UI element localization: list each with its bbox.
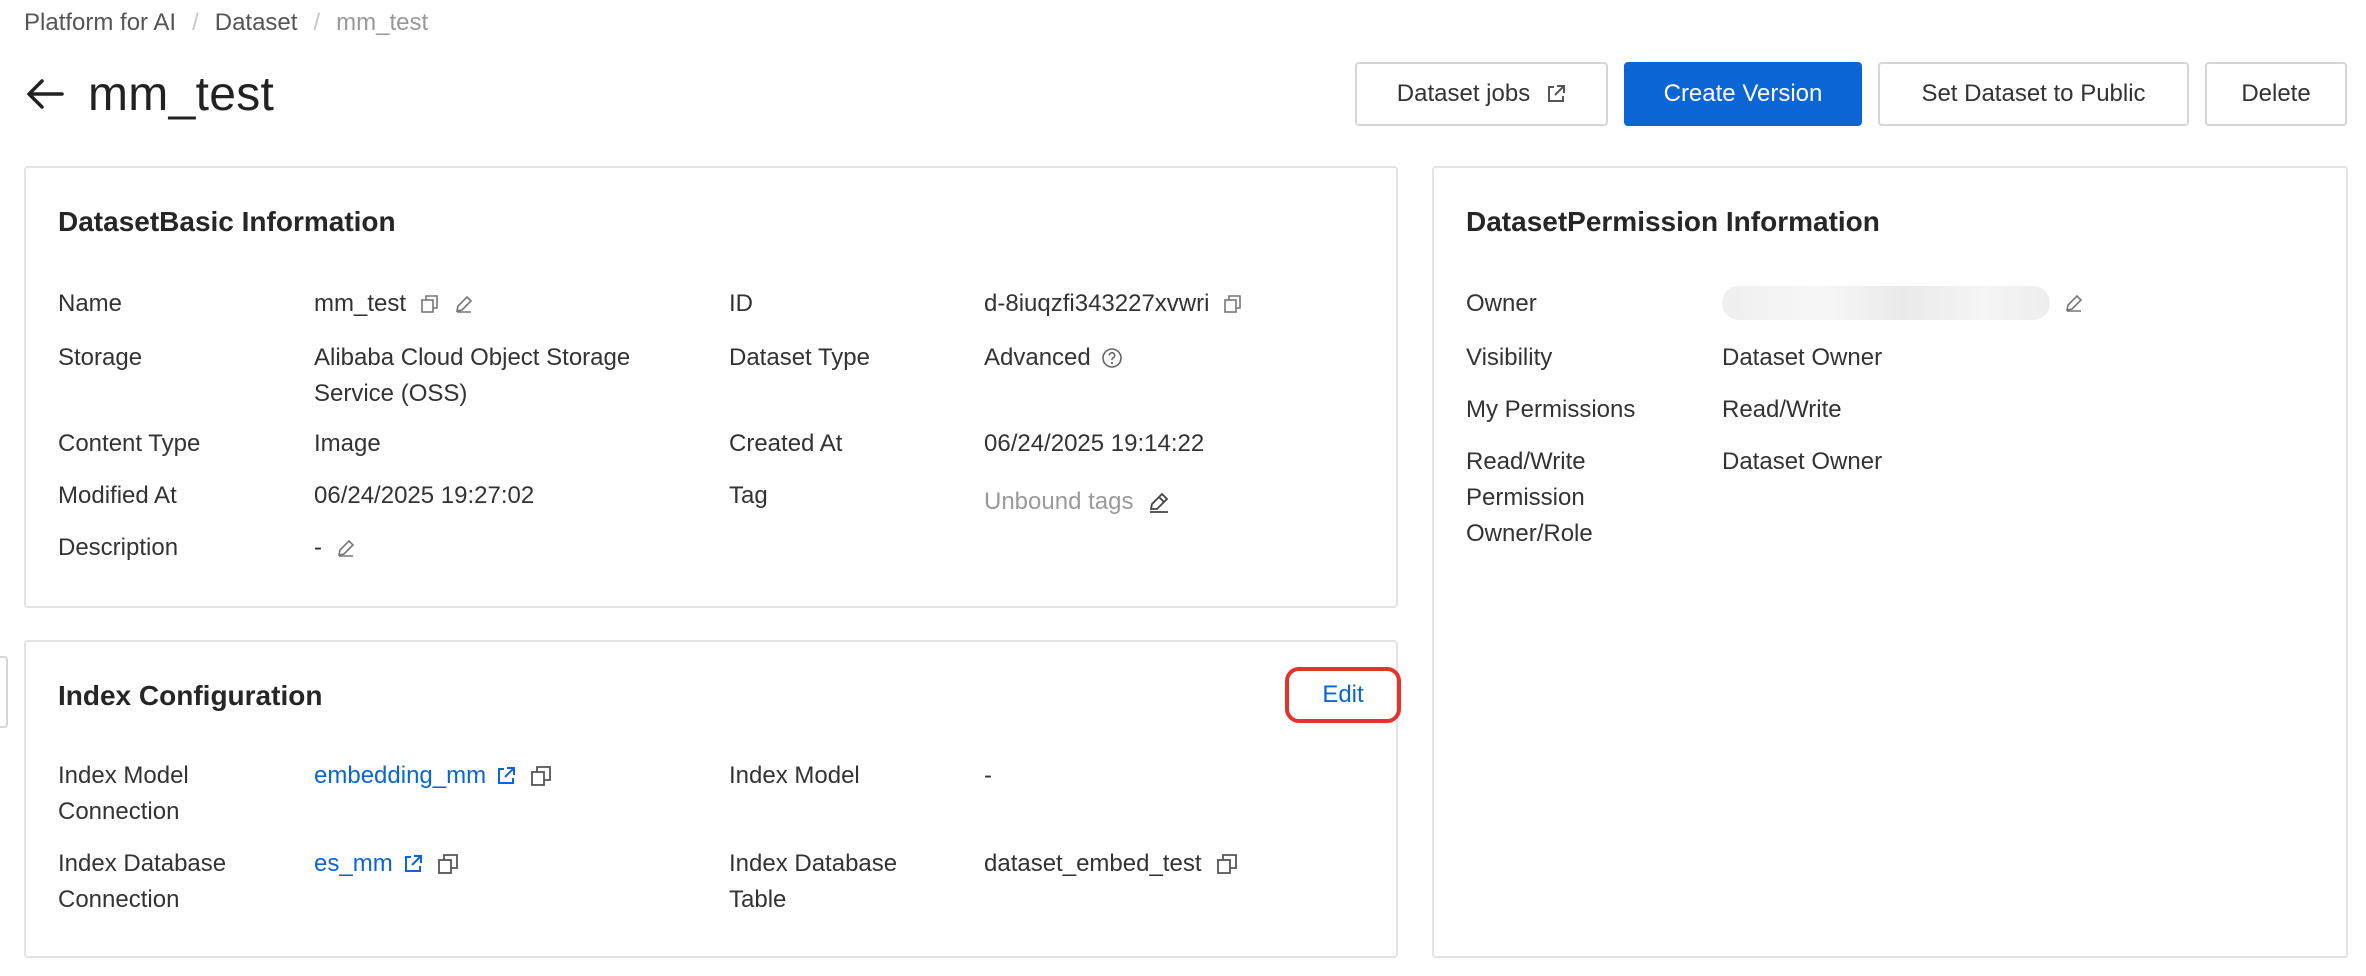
tag-value: Unbound tags [984, 484, 1171, 520]
db-table-label-line2: Table [729, 886, 787, 913]
name-text: mm_test [314, 290, 407, 317]
dataset-type-label: Dataset Type [729, 344, 870, 371]
visibility-label: Visibility [1466, 344, 1553, 371]
model-connection-value: embedding_mm [314, 758, 552, 794]
owner-value [1722, 286, 2084, 320]
dataset-jobs-label: Dataset jobs [1396, 80, 1531, 107]
copy-icon[interactable] [420, 294, 440, 314]
storage-value-line1: Alibaba Cloud Object Storage [314, 344, 631, 371]
description-text: - [314, 534, 322, 561]
card-title: Index Configuration [58, 680, 323, 711]
copy-icon[interactable] [437, 853, 459, 875]
rw-owner-label-line1: Read/Write [1466, 448, 1586, 475]
help-icon[interactable] [1101, 347, 1123, 369]
basic-info-card: DatasetBasic Information Name mm_test ID… [24, 166, 1398, 608]
index-model-value: - [984, 762, 992, 789]
storage-value-line2: Service (OSS) [314, 380, 468, 407]
permission-info-card: DatasetPermission Information Owner Visi… [1432, 166, 2348, 958]
rw-owner-label-line3: Owner/Role [1466, 520, 1593, 547]
visibility-value: Dataset Owner [1722, 344, 1883, 371]
edit-pencil-icon[interactable] [454, 294, 474, 314]
create-version-button[interactable]: Create Version [1624, 62, 1862, 126]
breadcrumb-separator: / [313, 9, 321, 36]
name-value: mm_test [314, 286, 474, 322]
breadcrumb-platform[interactable]: Platform for AI [24, 8, 176, 38]
db-connection-link[interactable]: es_mm [314, 846, 393, 882]
name-label: Name [58, 290, 123, 317]
owner-redacted [1722, 286, 2050, 320]
rw-owner-value: Dataset Owner [1722, 448, 1883, 475]
card-title: DatasetPermission Information [1466, 206, 1880, 237]
edit-pencil-icon[interactable] [336, 538, 356, 558]
delete-button[interactable]: Delete [2205, 62, 2347, 126]
side-panel-handle[interactable] [0, 656, 8, 728]
page-title: mm_test [88, 67, 275, 121]
dataset-type-value: Advanced [984, 340, 1123, 376]
storage-label: Storage [58, 344, 143, 371]
content-type-value: Image [314, 430, 381, 457]
modified-at-label: Modified At [58, 482, 177, 509]
model-connection-label-line2: Connection [58, 798, 180, 825]
edit-pencil-icon[interactable] [2064, 293, 2084, 313]
index-model-label: Index Model [729, 762, 860, 789]
db-connection-value: es_mm [314, 846, 459, 882]
external-link-icon[interactable] [496, 766, 516, 786]
page-header: mm_test [24, 62, 274, 126]
copy-icon[interactable] [1216, 853, 1238, 875]
db-table-label-line1: Index Database [729, 850, 898, 877]
my-permissions-label: My Permissions [1466, 396, 1636, 423]
created-at-value: 06/24/2025 19:14:22 [984, 430, 1205, 457]
external-link-icon[interactable] [403, 854, 423, 874]
owner-label: Owner [1466, 290, 1537, 317]
edit-index-config-button[interactable]: Edit [1285, 667, 1401, 723]
id-text: d-8iuqzfi343227xvwri [984, 290, 1210, 317]
created-at-label: Created At [729, 430, 843, 457]
model-connection-link[interactable]: embedding_mm [314, 758, 486, 794]
card-title: DatasetBasic Information [58, 206, 396, 237]
copy-icon[interactable] [530, 765, 552, 787]
breadcrumb: Platform for AI / Dataset / mm_test [24, 8, 428, 38]
modified-at-value: 06/24/2025 19:27:02 [314, 482, 535, 509]
db-connection-label-line1: Index Database [58, 850, 227, 877]
dataset-type-text: Advanced [984, 344, 1091, 371]
description-label: Description [58, 534, 179, 561]
external-link-icon [1546, 84, 1566, 104]
breadcrumb-current: mm_test [336, 9, 429, 36]
db-connection-label-line2: Connection [58, 886, 180, 913]
my-permissions-value: Read/Write [1722, 396, 1842, 423]
set-public-button[interactable]: Set Dataset to Public [1878, 62, 2189, 126]
index-config-card: Index Configuration Index Model Connecti… [24, 640, 1398, 958]
back-arrow-icon[interactable] [24, 73, 66, 115]
model-connection-label-line1: Index Model [58, 762, 189, 789]
breadcrumb-separator: / [192, 9, 199, 36]
db-table-value: dataset_embed_test [984, 846, 1238, 882]
breadcrumb-dataset[interactable]: Dataset [215, 8, 298, 38]
dataset-jobs-button[interactable]: Dataset jobs [1355, 62, 1608, 126]
db-table-text: dataset_embed_test [984, 850, 1202, 877]
tag-label: Tag [729, 482, 768, 509]
description-value: - [314, 530, 356, 566]
content-type-label: Content Type [58, 430, 201, 457]
id-label: ID [729, 290, 753, 317]
rw-owner-label-line2: Permission [1466, 484, 1585, 511]
edit-tag-icon[interactable] [1147, 490, 1171, 514]
copy-icon[interactable] [1223, 294, 1243, 314]
tag-text: Unbound tags [984, 488, 1134, 515]
id-value: d-8iuqzfi343227xvwri [984, 286, 1243, 322]
